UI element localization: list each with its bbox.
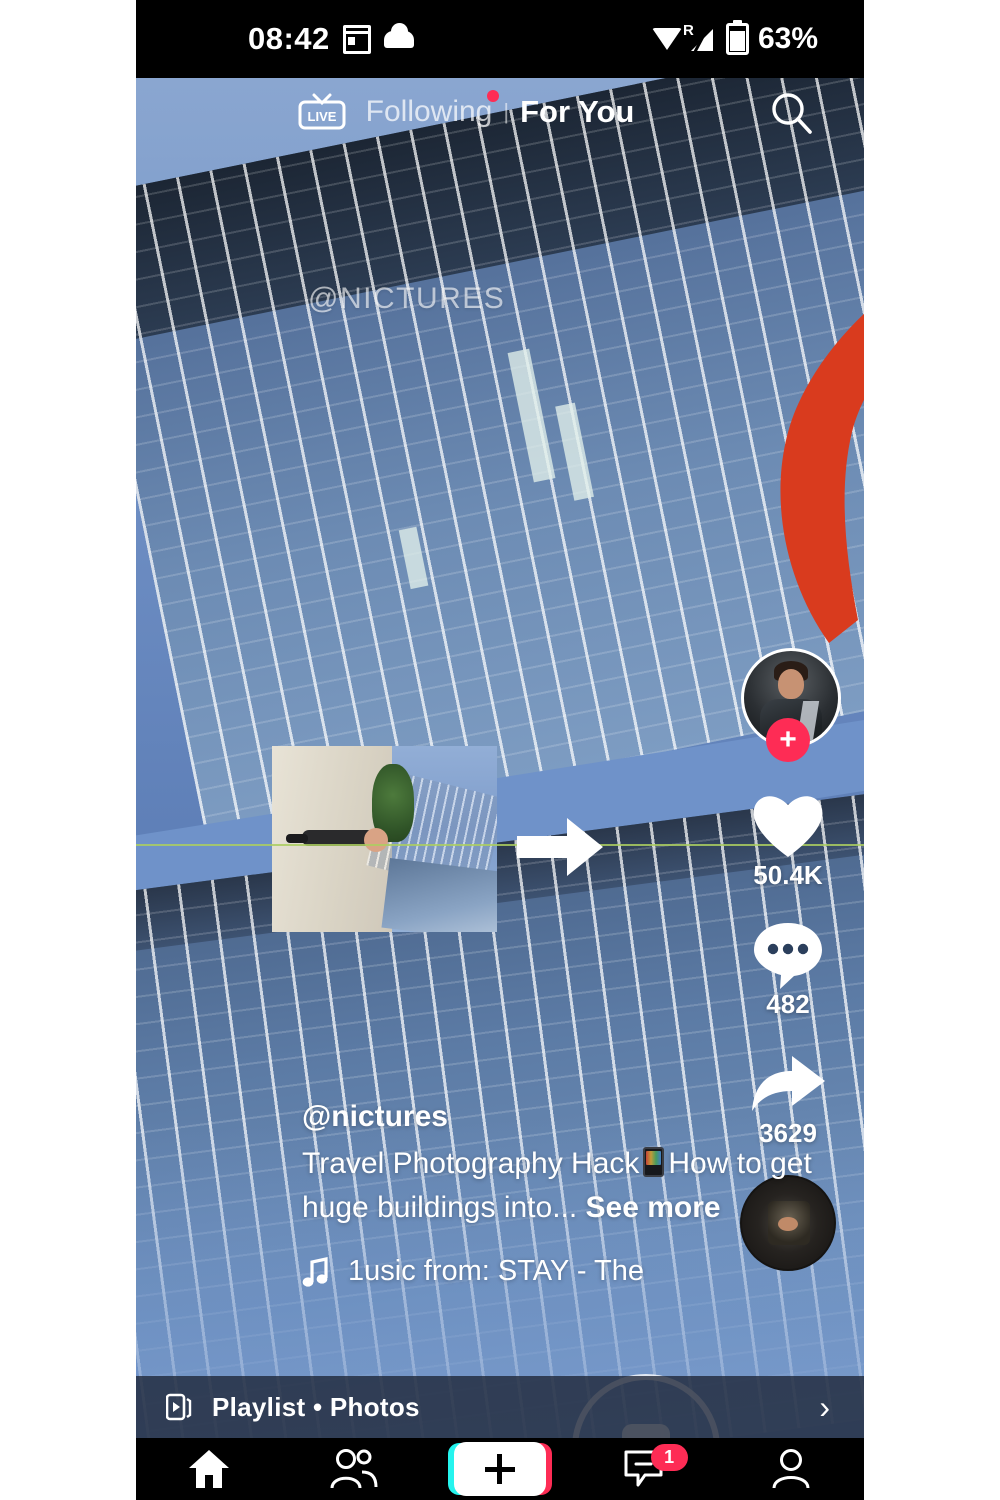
caption-username[interactable]: @nictures xyxy=(302,1100,842,1134)
screenshot-root: 08:42 R 63% @NICTURES LIVE Following | F… xyxy=(0,0,1000,1500)
profile-icon xyxy=(772,1449,810,1489)
tab-for-you[interactable]: For You xyxy=(520,94,634,130)
follow-button[interactable]: + xyxy=(766,718,810,762)
see-more-button[interactable]: See more xyxy=(586,1191,721,1224)
create-plus-icon[interactable] xyxy=(453,1442,546,1496)
bottom-tab-bar: 1 xyxy=(136,1438,864,1500)
home-icon xyxy=(188,1450,229,1488)
heart-icon xyxy=(730,788,846,864)
tab-profile[interactable] xyxy=(736,1438,846,1500)
battery-icon xyxy=(725,20,749,55)
search-icon[interactable] xyxy=(768,90,816,138)
caption-line-1: Travel Photography Hack xyxy=(302,1147,640,1180)
tab-divider: | xyxy=(503,99,510,124)
phone-screen: 08:42 R 63% @NICTURES LIVE Following | F… xyxy=(136,0,864,1500)
like-count: 50.4K xyxy=(753,860,823,890)
video-feed[interactable]: @NICTURES LIVE Following | For You + 50.… xyxy=(136,78,864,1438)
music-note-float-icon xyxy=(860,1244,864,1284)
tab-friends[interactable] xyxy=(299,1438,409,1500)
status-bar: 08:42 R 63% xyxy=(136,0,864,78)
comment-button[interactable]: 482 xyxy=(730,917,846,1020)
music-note-icon xyxy=(302,1256,328,1287)
top-navigation: LIVE Following | For You xyxy=(136,78,864,146)
tab-following-label: Following xyxy=(365,95,493,128)
playlist-label: Playlist • Photos xyxy=(212,1391,420,1422)
battery-percent: 63% xyxy=(757,22,818,55)
music-ticker[interactable]: 1usic from: STAY - The xyxy=(302,1255,842,1288)
status-bar-left: 08:42 xyxy=(248,21,414,57)
phone-emoji-icon xyxy=(643,1147,665,1177)
tab-home[interactable] xyxy=(154,1438,264,1500)
following-badge-dot xyxy=(487,90,500,102)
tab-create[interactable] xyxy=(445,1438,555,1500)
playlist-icon xyxy=(166,1393,192,1421)
calendar-icon xyxy=(342,24,371,54)
feed-tabs: Following | For You xyxy=(136,78,864,146)
inset-thumbnail xyxy=(272,746,497,932)
music-ticker-text: 1usic from: STAY - The xyxy=(348,1255,645,1287)
right-arrow-icon xyxy=(517,818,603,876)
status-time: 08:42 xyxy=(248,21,330,56)
caption-text: Travel Photography Hack How to get huge b… xyxy=(302,1142,842,1229)
author-avatar[interactable]: + xyxy=(741,648,841,762)
comment-count: 482 xyxy=(766,989,810,1019)
status-bar-right: R 63% xyxy=(651,20,818,56)
chevron-right-icon[interactable]: › xyxy=(819,1389,830,1426)
tab-inbox[interactable]: 1 xyxy=(591,1438,701,1500)
caption-block: @nictures Travel Photography Hack How to … xyxy=(302,1100,842,1288)
cloud-icon xyxy=(383,22,414,48)
inbox-badge: 1 xyxy=(650,1444,688,1471)
signal-roaming-icon: R xyxy=(683,22,717,53)
video-watermark: @NICTURES xyxy=(308,282,506,315)
tab-following[interactable]: Following xyxy=(365,90,500,129)
like-button[interactable]: 50.4K xyxy=(730,788,846,891)
wifi-icon xyxy=(651,28,682,50)
friends-icon xyxy=(330,1449,378,1489)
playlist-bar[interactable]: Playlist • Photos › xyxy=(136,1376,864,1438)
comment-icon xyxy=(730,917,846,993)
